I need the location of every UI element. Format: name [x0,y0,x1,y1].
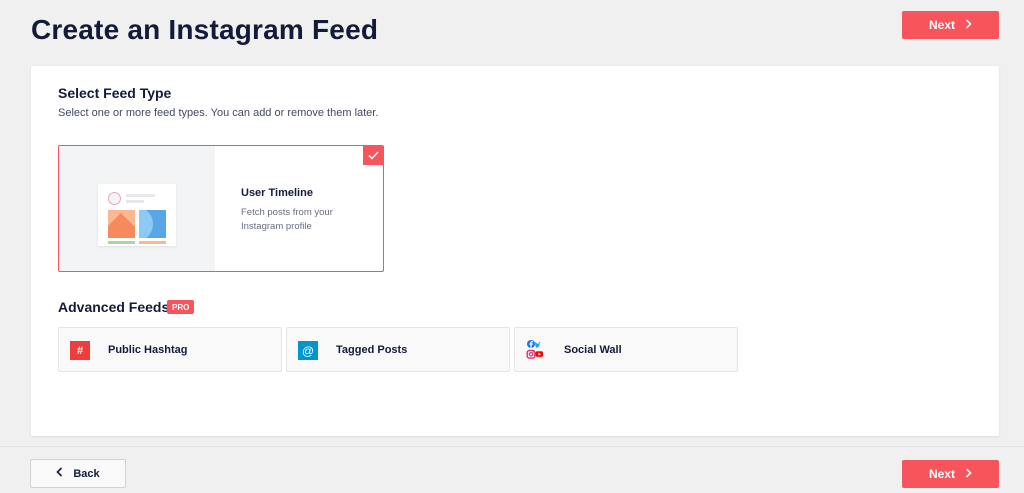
next-button-label: Next [928,18,955,32]
mock-image [108,210,135,238]
mock-line [126,200,144,203]
social-networks-icon [526,339,550,363]
mock-strip [139,241,166,244]
feed-option-name: User Timeline [241,187,313,199]
feed-option-description: Fetch posts from your Instagram profile [241,207,333,232]
mock-image [139,210,166,238]
advanced-feed-label: Public Hashtag [108,344,188,356]
section-title: Select Feed Type [58,85,172,101]
chevron-left-icon [56,467,63,480]
mock-strip [108,241,135,244]
pro-badge: PRO [167,300,195,314]
next-button-top[interactable]: Next [902,11,999,39]
at-sign-icon: @ [298,341,318,360]
section-description: Select one or more feed types. You can a… [58,107,379,119]
check-icon [363,146,383,165]
chevron-right-icon [965,19,972,31]
back-button-label: Back [73,467,100,480]
feed-type-card: Select Feed Type Select one or more feed… [31,66,999,436]
advanced-feeds-title: Advanced Feeds [58,299,170,315]
page-title: Create an Instagram Feed [31,14,379,45]
next-button-label: Next [928,467,955,481]
mock-line [126,194,155,197]
advanced-feed-social-wall[interactable]: Social Wall [514,327,738,372]
advanced-feed-label: Social Wall [564,344,622,356]
hashtag-icon: # [70,341,90,360]
advanced-feed-tagged-posts[interactable]: @ Tagged Posts [286,327,510,372]
advanced-feed-public-hashtag[interactable]: # Public Hashtag [58,327,282,372]
back-button[interactable]: Back [30,459,126,488]
feed-option-user-timeline[interactable]: User Timeline Fetch posts from your Inst… [58,145,384,272]
user-timeline-illustration [59,146,215,271]
next-button-bottom[interactable]: Next [902,460,999,488]
profile-mock-card [98,184,176,246]
advanced-feed-label: Tagged Posts [336,344,408,356]
chevron-right-icon [965,468,972,480]
mock-avatar [108,192,121,205]
footer-divider [0,446,1024,447]
